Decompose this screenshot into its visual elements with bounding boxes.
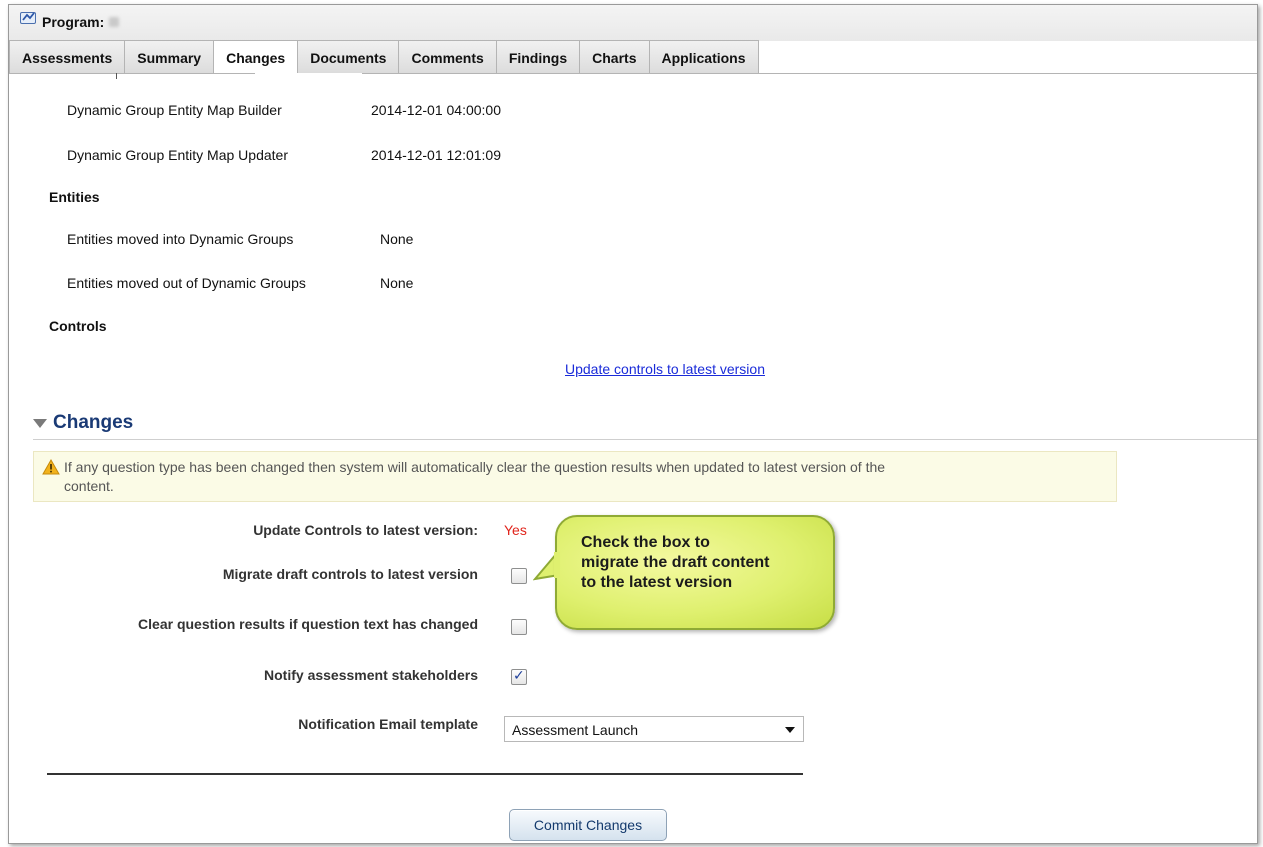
migrate-draft-label: Migrate draft controls to latest version [222,566,478,582]
program-header: Program: [9,5,1257,41]
warning-icon [42,459,60,475]
clear-results-checkbox[interactable] [511,619,527,635]
entities-row-label: Entities moved into Dynamic Groups [67,231,294,247]
notify-stakeholders-label: Notify assessment stakeholders [264,667,478,683]
tab-changes[interactable]: Changes [213,40,299,74]
changes-section-toggle[interactable]: Changes [33,412,133,434]
tab-documents[interactable]: Documents [297,40,400,74]
update-controls-value: Yes [504,522,527,538]
tab-charts[interactable]: Charts [579,40,650,74]
email-template-label: Notification Email template [298,716,478,732]
warning-banner: If any question type has been changed th… [33,451,1117,502]
tab-bar: Assessments Summary Changes Documents Co… [9,40,759,74]
program-window: Program: Assessments Summary Changes Doc… [8,4,1258,844]
program-icon [20,12,36,24]
callout-text: Check the box to migrate the draft conte… [581,534,770,591]
email-template-value: Assessment Launch [512,722,639,738]
callout-bubble: Check the box to migrate the draft conte… [555,515,835,630]
migrate-draft-checkbox[interactable] [511,568,527,584]
tab-assessments[interactable]: Assessments [9,40,126,74]
job-time: 2014-12-01 04:00:00 [371,102,501,118]
program-label: Program: [42,14,105,30]
tab-divider [9,73,1257,74]
update-controls-label: Update Controls to latest version: [253,522,478,538]
tab-findings[interactable]: Findings [495,40,581,74]
job-name: Dynamic Group Entity Map Updater [67,147,288,163]
changes-heading: Changes [53,412,134,433]
warning-text: content. [64,478,114,494]
tab-comments[interactable]: Comments [398,40,497,74]
job-name: Dynamic Group Entity Map Builder [67,102,282,118]
triangle-down-icon [33,418,47,428]
form-divider [47,773,803,775]
scroll-residue [116,73,120,79]
program-name-redacted [109,17,119,27]
checkmark-icon: ✓ [513,667,525,683]
entities-row-label: Entities moved out of Dynamic Groups [67,275,306,291]
job-time: 2014-12-01 12:01:09 [371,147,501,163]
notify-stakeholders-checkbox[interactable]: ✓ [511,667,527,685]
tab-summary[interactable]: Summary [124,40,215,74]
controls-heading: Controls [49,318,107,334]
warning-text: If any question type has been changed th… [64,459,886,475]
commit-changes-button[interactable]: Commit Changes [509,809,667,841]
update-controls-link[interactable]: Update controls to latest version [565,361,765,377]
email-template-select[interactable]: Assessment Launch [504,716,804,742]
entities-row-value: None [380,231,414,247]
entities-heading: Entities [49,189,100,205]
tab-applications[interactable]: Applications [648,40,759,74]
section-divider [33,439,1257,440]
chevron-down-icon [785,727,795,733]
entities-row-value: None [380,275,414,291]
clear-results-label: Clear question results if question text … [138,616,478,632]
